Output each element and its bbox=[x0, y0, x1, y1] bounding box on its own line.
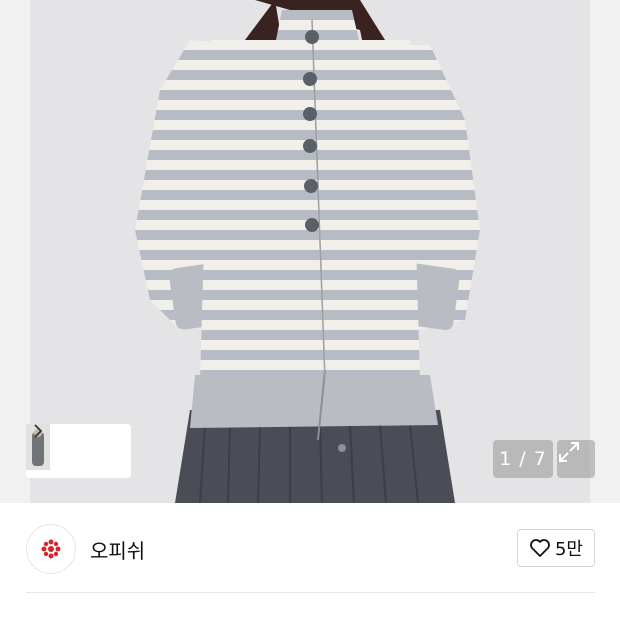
thumbnail-strip[interactable] bbox=[26, 424, 131, 478]
thumbnail-2[interactable] bbox=[26, 424, 78, 474]
divider bbox=[26, 592, 595, 593]
page-counter: 1 / 7 bbox=[493, 440, 553, 478]
brand-name[interactable]: 오피쉬 bbox=[90, 535, 145, 564]
product-image[interactable]: 1 / 7 bbox=[0, 0, 620, 503]
chevron-right-icon[interactable] bbox=[32, 424, 44, 438]
thumbnail-3[interactable] bbox=[26, 424, 103, 474]
like-button[interactable]: 5만 bbox=[517, 529, 595, 567]
expand-button[interactable] bbox=[557, 440, 595, 478]
heart-icon bbox=[530, 539, 550, 557]
like-count: 5만 bbox=[554, 539, 583, 560]
brand-logo-icon bbox=[41, 539, 61, 559]
expand-icon bbox=[559, 442, 579, 462]
brand-logo[interactable] bbox=[26, 524, 76, 574]
brand-row: 오피쉬 5만 bbox=[0, 503, 620, 593]
